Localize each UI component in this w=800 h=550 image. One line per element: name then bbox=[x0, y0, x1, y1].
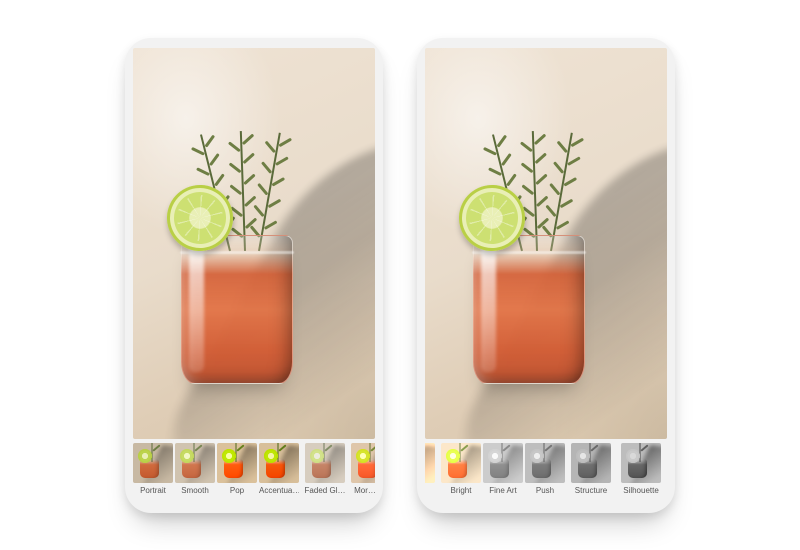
filter-label: Faded Gl… bbox=[301, 487, 349, 495]
phone-mockup-left: Portrait Smooth Pop Accentua… Faded Gl… … bbox=[125, 38, 383, 513]
filter-item-fine-art[interactable]: Fine Art bbox=[483, 443, 523, 495]
edited-photo-preview[interactable] bbox=[425, 48, 667, 439]
filter-label: Accentua… bbox=[259, 487, 299, 495]
filter-strip[interactable]: Portrait Smooth Pop Accentua… Faded Gl… … bbox=[133, 439, 375, 505]
filter-label: Portrait bbox=[133, 487, 173, 495]
filter-item-silhouette[interactable]: Silhouette bbox=[617, 443, 665, 495]
filter-item-portrait[interactable]: Portrait bbox=[133, 443, 173, 495]
filter-item-smooth[interactable]: Smooth bbox=[175, 443, 215, 495]
filter-item-structure[interactable]: Structure bbox=[567, 443, 615, 495]
cocktail-glass-icon bbox=[473, 235, 584, 384]
filter-item-accentuate[interactable]: Accentua… bbox=[259, 443, 299, 495]
filter-item-faded-glow[interactable]: Faded Gl… bbox=[301, 443, 349, 495]
filter-label: Pop bbox=[217, 487, 257, 495]
filter-item-bright[interactable]: Bright bbox=[441, 443, 481, 495]
filter-item-morning-partial[interactable]: ning bbox=[425, 443, 439, 495]
filter-label: Fine Art bbox=[483, 487, 523, 495]
filter-item-pop[interactable]: Pop bbox=[217, 443, 257, 495]
filter-label: Smooth bbox=[175, 487, 215, 495]
filter-item-morning-partial[interactable]: Mor… bbox=[351, 443, 375, 495]
filter-label: Push bbox=[525, 487, 565, 495]
edited-photo-preview[interactable] bbox=[133, 48, 375, 439]
filter-strip[interactable]: ning Bright Fine Art Push Structure Silh… bbox=[425, 439, 667, 505]
filter-label: Mor… bbox=[351, 487, 375, 495]
filter-label: Bright bbox=[441, 487, 481, 495]
cocktail-glass-icon bbox=[181, 235, 292, 384]
phone-mockup-right: ning Bright Fine Art Push Structure Silh… bbox=[417, 38, 675, 513]
filter-label: Silhouette bbox=[617, 487, 665, 495]
filter-item-push[interactable]: Push bbox=[525, 443, 565, 495]
filter-label: Structure bbox=[567, 487, 615, 495]
